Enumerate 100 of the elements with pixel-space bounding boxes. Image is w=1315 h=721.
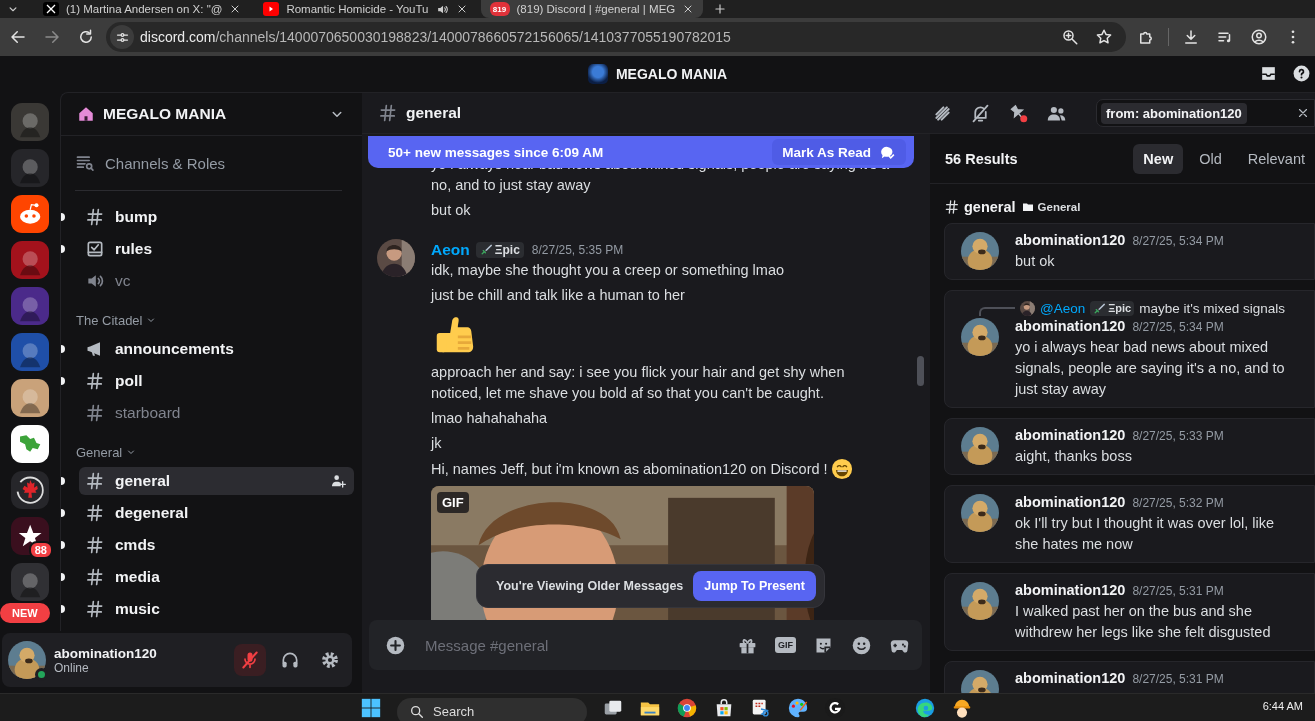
download-icon[interactable] xyxy=(1182,28,1200,46)
result-card[interactable]: @Aeon Ξpic maybe it's mixed signals abomination120 8/27/25, 5:34 PM yo i always hear bad news about mixed signals, people are saying it's a no, and to just stay away xyxy=(944,290,1315,408)
timestamp: 8/27/25, 5:31 PM xyxy=(1132,672,1224,686)
category-header[interactable]: The Citadel xyxy=(76,312,362,328)
channels-roles-item[interactable]: Channels & Roles xyxy=(69,148,354,178)
edge-browser-icon[interactable] xyxy=(914,696,936,719)
server-icon[interactable] xyxy=(11,379,49,417)
forward-arrow-icon[interactable] xyxy=(43,28,61,46)
server-icon[interactable] xyxy=(11,425,49,463)
channel-item[interactable]: starboard xyxy=(79,399,354,427)
browser-tab[interactable]: 819 (819) Discord | #general | MEG xyxy=(480,0,704,18)
reload-icon[interactable] xyxy=(77,28,95,46)
server-icon[interactable] xyxy=(11,195,49,233)
hash-icon xyxy=(378,103,398,123)
back-arrow-icon[interactable] xyxy=(9,28,27,46)
site-info-icon[interactable] xyxy=(110,25,134,49)
add-attachment-icon[interactable] xyxy=(385,634,406,656)
address-bar[interactable]: discord.com/channels/1400070650030198823/1400078660572156065/1410377055190782015 xyxy=(106,22,1126,52)
channel-item[interactable]: rules xyxy=(79,235,354,263)
channel-item[interactable]: degeneral xyxy=(79,499,354,527)
microphone-button[interactable] xyxy=(234,644,266,676)
hash-icon xyxy=(85,207,105,227)
browser-icon[interactable] xyxy=(676,696,698,719)
channel-item[interactable]: general xyxy=(79,467,354,495)
bookmark-star-icon[interactable] xyxy=(1095,28,1113,46)
jump-to-present-button[interactable]: Jump To Present xyxy=(693,571,816,601)
username[interactable]: abomination120 xyxy=(1015,582,1126,598)
clock-time[interactable]: 6:44 AM xyxy=(1262,700,1303,712)
emoji-icon[interactable] xyxy=(851,634,872,656)
hash-icon xyxy=(944,199,960,215)
zoom-icon[interactable] xyxy=(1061,28,1079,46)
profile-icon[interactable] xyxy=(1250,28,1268,46)
channel-item[interactable]: media xyxy=(79,563,354,591)
banner-text: 50+ new messages since 6:09 AM xyxy=(388,144,605,160)
hash-icon xyxy=(85,471,105,491)
results-count: 56 Results xyxy=(945,150,1019,167)
username[interactable]: abomination120 xyxy=(1015,427,1126,443)
channel-item[interactable]: music xyxy=(79,595,354,623)
new-tab-icon[interactable] xyxy=(713,2,728,16)
hash-icon xyxy=(85,599,105,619)
channel-item[interactable]: vc xyxy=(79,267,354,295)
result-card[interactable]: abomination120 8/27/25, 5:33 PM aight, thanks boss xyxy=(944,418,1315,475)
username[interactable]: abomination120 xyxy=(1015,232,1126,248)
sort-tab[interactable]: Old xyxy=(1189,143,1232,174)
window-title: MEGALO MANIA xyxy=(615,66,728,82)
channel-item[interactable]: cmds xyxy=(79,531,354,559)
add-member-icon[interactable] xyxy=(330,473,346,489)
channel-name[interactable]: general xyxy=(964,199,1016,215)
category-header[interactable]: General xyxy=(76,444,362,460)
username[interactable]: abomination120 xyxy=(1015,318,1126,334)
channel-item[interactable]: bump xyxy=(79,203,354,231)
inbox-icon[interactable] xyxy=(1259,64,1278,83)
message-text: Hi, names Jeff, but i'm known as abomination120 on Discord ! xyxy=(431,459,828,479)
search-filter-chip[interactable]: from: abomination120 xyxy=(1101,102,1247,124)
timestamp: 8/27/25, 5:34 PM xyxy=(1132,234,1224,248)
sort-tab[interactable]: New xyxy=(1133,143,1184,174)
username[interactable]: abomination120 xyxy=(1015,670,1126,686)
channel-item[interactable]: announcements xyxy=(79,335,354,363)
windows-start-icon[interactable] xyxy=(360,696,382,719)
mark-as-read-button[interactable]: Mark As Read xyxy=(772,139,906,165)
result-card[interactable]: abomination120 8/27/25, 5:31 PM xyxy=(944,661,1315,693)
browser-tab[interactable]: (1) Martina Andersen on X: "@ xyxy=(34,0,251,18)
palette-icon[interactable] xyxy=(787,696,809,719)
microphone-off-icon xyxy=(240,650,260,670)
result-card[interactable]: abomination120 8/27/25, 5:31 PM I walked past her on the bus and she withdrew her legs like she felt disgusted xyxy=(944,573,1315,651)
pin-icon[interactable] xyxy=(1008,102,1029,124)
bell-off-icon[interactable] xyxy=(970,102,991,124)
tag-label: Ξpic xyxy=(494,242,520,257)
search-field[interactable]: from: abomination120 xyxy=(1096,99,1315,127)
message-text: but ok xyxy=(1015,252,1056,271)
username[interactable]: Aeon xyxy=(431,240,470,259)
server-header[interactable]: MEGALO MANIA xyxy=(61,93,362,136)
new-pill[interactable]: NEW xyxy=(0,603,50,623)
scrollbar-thumb[interactable] xyxy=(917,356,924,386)
server-icon[interactable] xyxy=(11,517,49,555)
username[interactable]: abomination120 xyxy=(1015,494,1126,510)
result-card[interactable]: abomination120 8/27/25, 5:34 PM but ok xyxy=(944,223,1315,280)
browser-tab[interactable]: Romantic Homicide - YouTu xyxy=(254,0,477,18)
sort-tab[interactable]: Relevant xyxy=(1237,143,1315,174)
new-messages-banner[interactable]: 50+ new messages since 6:09 AM Mark As Read xyxy=(368,136,914,168)
folder-icon xyxy=(1021,201,1034,213)
gif-tag: GIF xyxy=(437,492,469,513)
hash-icon xyxy=(85,503,105,523)
result-card[interactable]: abomination120 8/27/25, 5:32 PM ok I'll try but I thought it was over lol, like she hates me now xyxy=(944,485,1315,563)
tag-label: Ξpic xyxy=(1108,302,1132,314)
mention-link[interactable]: @Aeon xyxy=(1040,300,1086,316)
help-icon[interactable] xyxy=(1292,64,1311,83)
message-text: yo i always hear bad news about mixed signals, people are saying it's a no, and to just stay away xyxy=(1015,338,1286,399)
gif-button[interactable]: GIF xyxy=(775,637,796,653)
user-status: Online xyxy=(54,660,90,675)
server-icon[interactable] xyxy=(11,471,49,509)
taskbar-search[interactable]: Search xyxy=(397,697,587,721)
checkbox-icon xyxy=(85,239,105,259)
close-icon[interactable] xyxy=(1296,106,1310,120)
unread-badge: 819 xyxy=(489,2,510,16)
hash-icon xyxy=(85,403,105,423)
url-text: discord.com/channels/1400070650030198823/1400078660572156065/1410377055190782015 xyxy=(140,29,732,45)
message-text: aight, thanks boss xyxy=(1015,447,1133,466)
message-input[interactable]: Message #general GIF xyxy=(369,620,922,670)
channel-item[interactable]: poll xyxy=(79,367,354,395)
